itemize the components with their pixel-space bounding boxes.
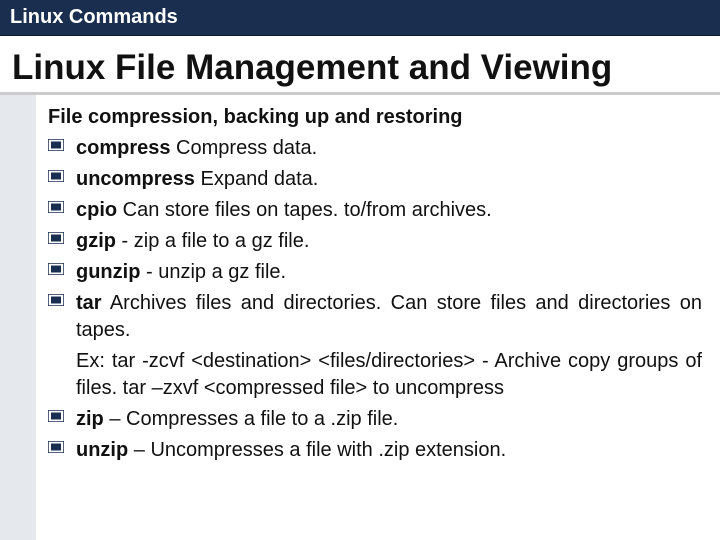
command-desc: – Uncompresses a file with .zip extensio…	[128, 439, 506, 461]
command-desc: – Compresses a file to a .zip file.	[104, 408, 399, 430]
list-item-text: cpio Can store files on tapes. to/from a…	[76, 197, 702, 224]
list-item-text: gzip - zip a file to a gz file.	[76, 228, 702, 255]
command-name: compress	[76, 137, 171, 159]
list-item: compress Compress data.	[48, 135, 702, 162]
list-item-text: unzip – Uncompresses a file with .zip ex…	[76, 437, 702, 464]
list-item-text: gunzip - unzip a gz file.	[76, 259, 702, 286]
command-desc: Can store files on tapes. to/from archiv…	[117, 199, 492, 221]
list-item-text: compress Compress data.	[76, 135, 702, 162]
command-desc: - zip a file to a gz file.	[116, 230, 309, 252]
command-name: cpio	[76, 199, 117, 221]
topbar: Linux Commands	[0, 0, 720, 36]
bullet-square-icon	[48, 294, 70, 312]
bullet-square-icon	[48, 263, 70, 281]
page-title: Linux File Management and Viewing	[12, 48, 712, 88]
list-item: zip – Compresses a file to a .zip file.	[48, 406, 702, 433]
bullet-square-icon	[48, 441, 70, 459]
command-desc: Archives files and directories. Can stor…	[76, 292, 702, 341]
bullet-square-icon	[48, 139, 70, 157]
command-name: uncompress	[76, 168, 195, 190]
bullet-square-icon	[48, 410, 70, 428]
list-item: gzip - zip a file to a gz file.	[48, 228, 702, 255]
list-item-text: tar Archives files and directories. Can …	[76, 290, 702, 344]
command-name: gunzip	[76, 261, 140, 283]
command-desc: Expand data.	[195, 168, 318, 190]
command-name: tar	[76, 292, 102, 314]
list-item: gunzip - unzip a gz file.	[48, 259, 702, 286]
bullet-square-icon	[48, 201, 70, 219]
title-underline	[0, 92, 720, 95]
list-item: unzip – Uncompresses a file with .zip ex…	[48, 437, 702, 464]
list-item-text: uncompress Expand data.	[76, 166, 702, 193]
slide: Linux Commands Linux File Management and…	[0, 0, 720, 540]
bullet-square-icon	[48, 232, 70, 250]
subheading: File compression, backing up and restori…	[48, 104, 702, 131]
topbar-title: Linux Commands	[10, 6, 178, 29]
command-name: zip	[76, 408, 104, 430]
list-item: cpio Can store files on tapes. to/from a…	[48, 197, 702, 224]
left-column	[0, 95, 36, 540]
command-name: unzip	[76, 439, 128, 461]
list-item-text: zip – Compresses a file to a .zip file.	[76, 406, 702, 433]
list-item: tar Archives files and directories. Can …	[48, 290, 702, 344]
list-item: uncompress Expand data.	[48, 166, 702, 193]
bullet-square-icon	[48, 170, 70, 188]
content-area: File compression, backing up and restori…	[48, 104, 702, 468]
command-desc: Compress data.	[171, 137, 318, 159]
command-name: gzip	[76, 230, 116, 252]
command-desc: - unzip a gz file.	[140, 261, 286, 283]
tar-example: Ex: tar -zcvf <destination> <files/direc…	[76, 348, 702, 402]
